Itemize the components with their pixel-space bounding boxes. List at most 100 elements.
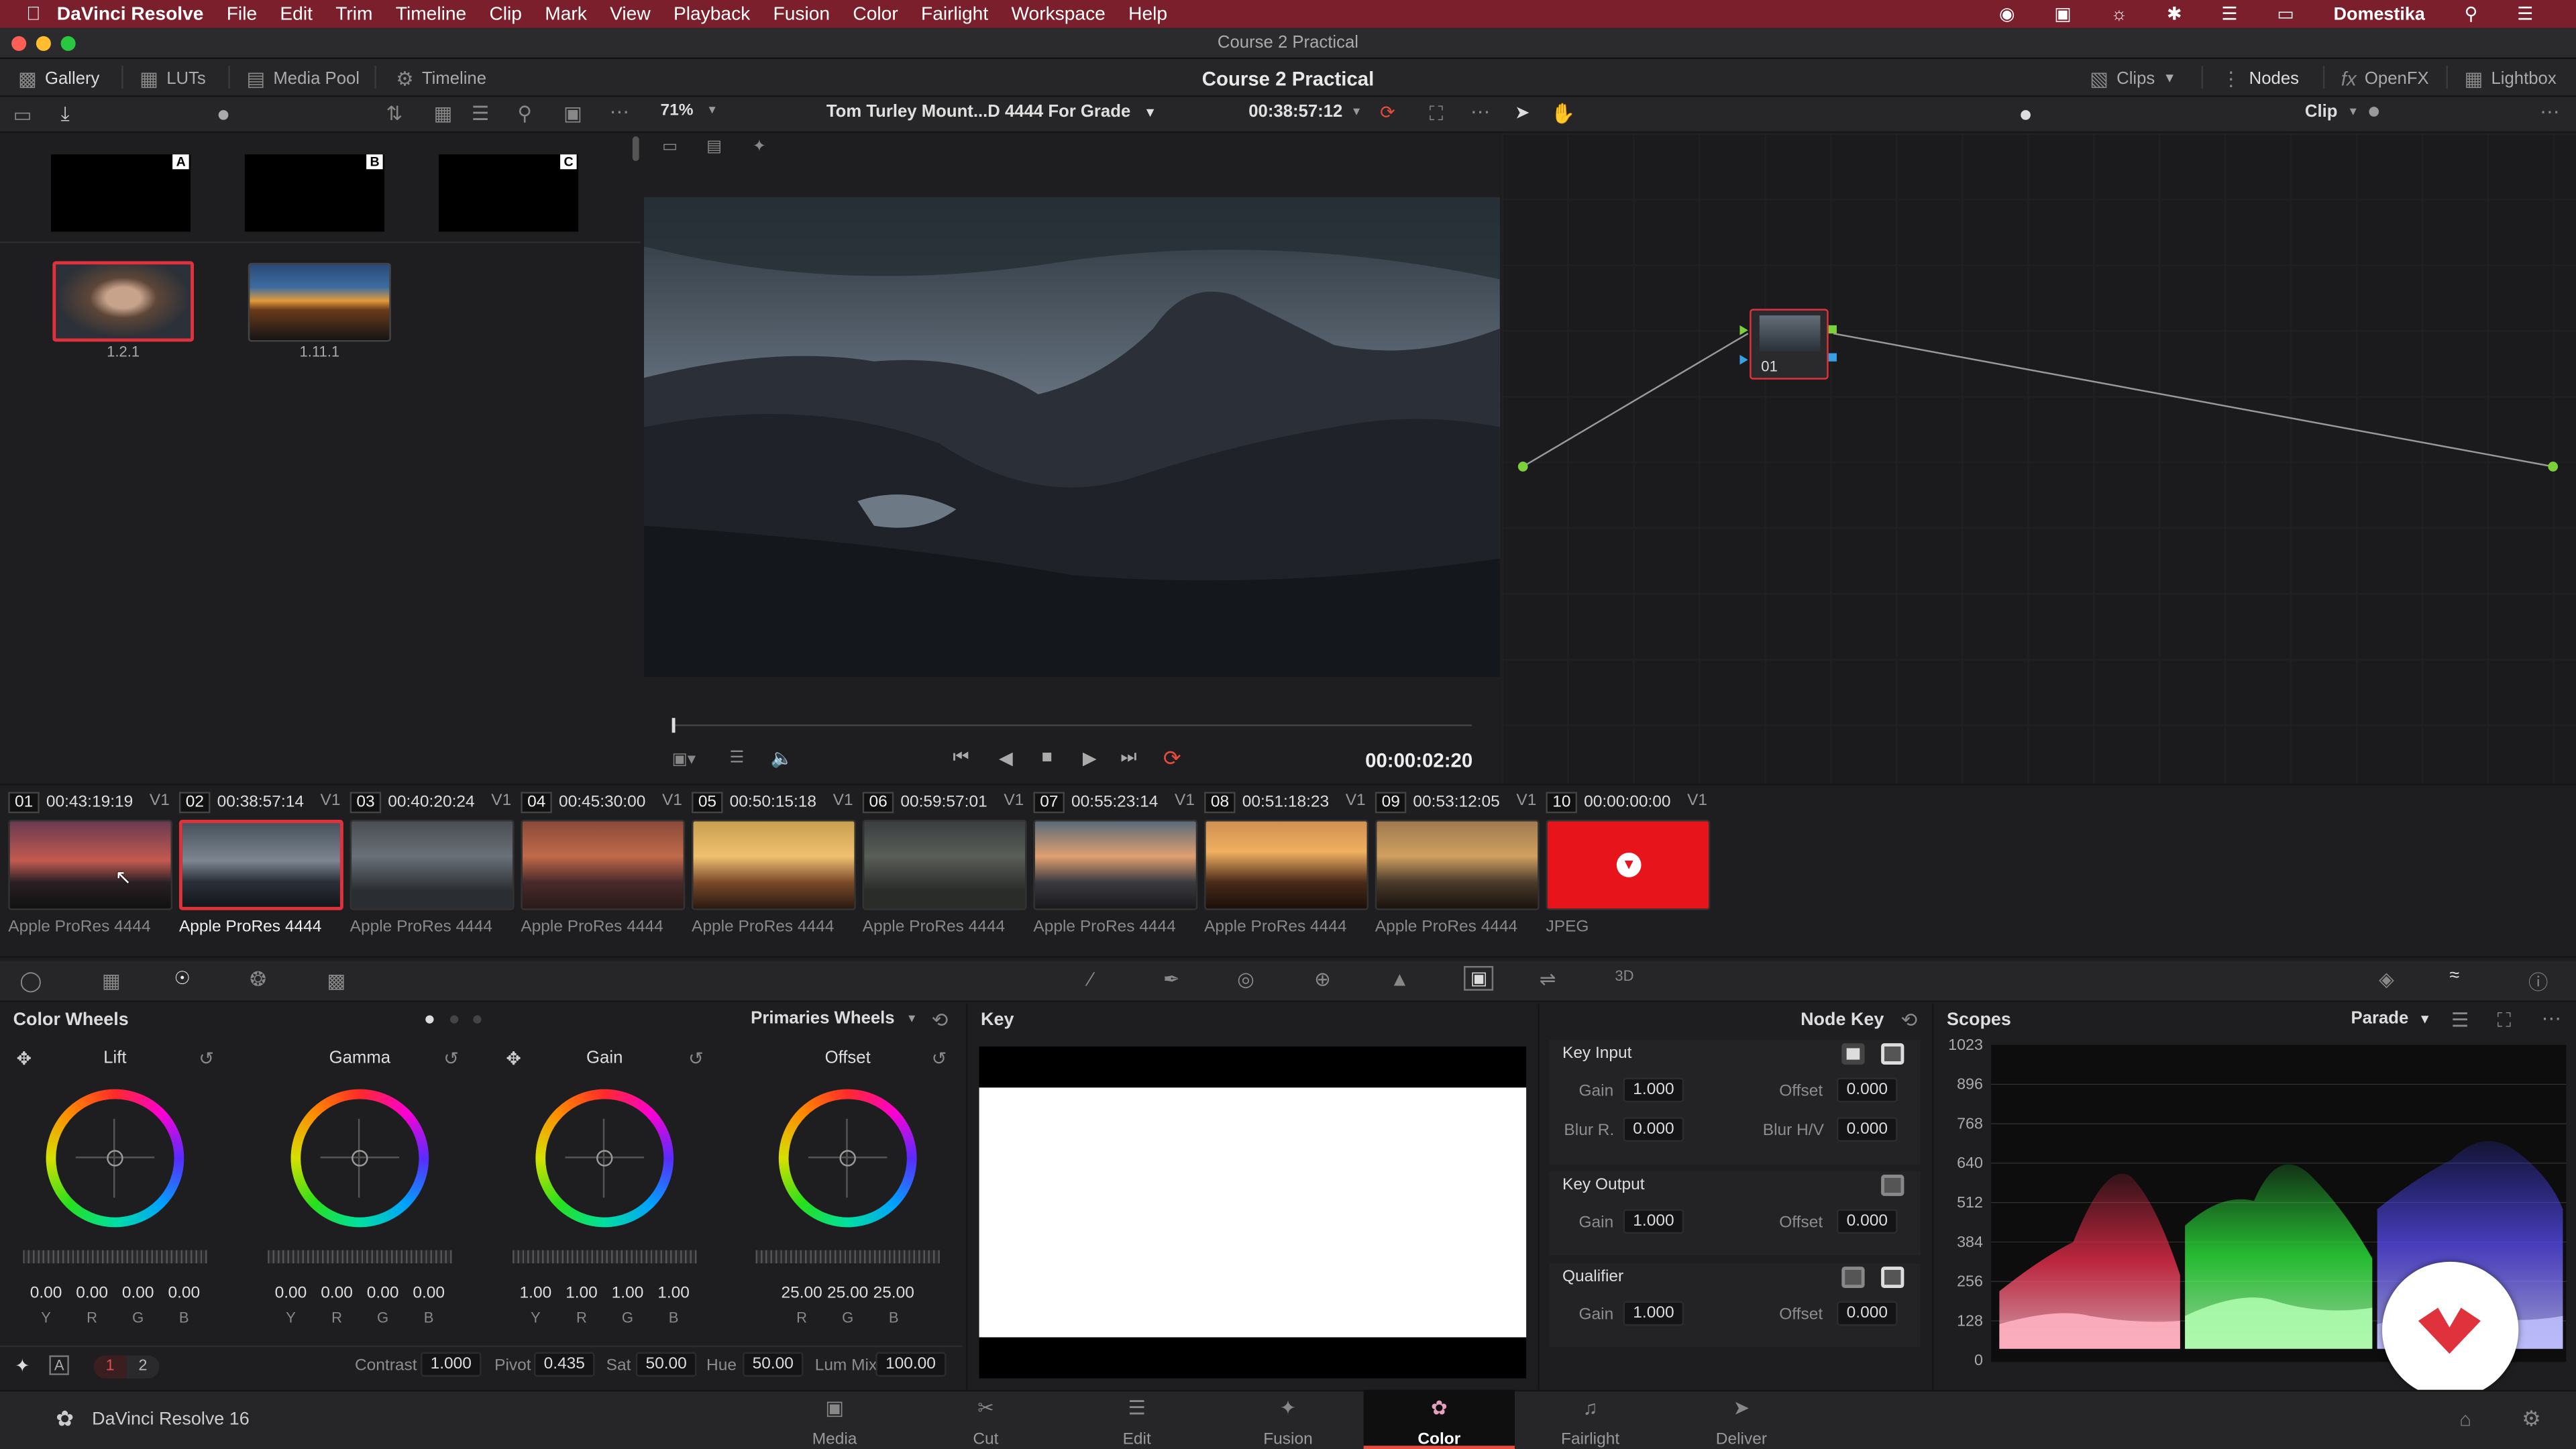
key-input-gain-field[interactable]: 1.000 [1623,1077,1684,1103]
gain-value-r[interactable]: 1.00 [557,1285,606,1303]
wheel-puck[interactable] [596,1150,613,1167]
menu-trim[interactable]: Trim [335,4,372,23]
timecode-dropdown[interactable]: 00:38:57:12 ▼ [1248,102,1362,121]
rgb-mixer-icon[interactable]: ❂ [250,967,266,990]
menu-fairlight[interactable]: Fairlight [921,4,988,23]
clip-thumbnail-09[interactable] [1375,820,1540,910]
node-zoom-slider[interactable] [2021,110,2031,120]
page-button-1[interactable]: 1 [93,1355,127,1379]
lightbox-button[interactable]: ▦ Lightbox [2464,59,2556,97]
menu-view[interactable]: View [610,4,651,23]
key-icon[interactable]: ▣ [1464,966,1495,991]
menu-fusion[interactable]: Fusion [773,4,830,23]
node-key-input[interactable] [1739,354,1748,365]
gallery-still-2[interactable] [248,262,391,342]
layers-icon[interactable]: ☰ [729,749,744,767]
node-rgb-output[interactable] [1828,325,1837,334]
reset-lift-icon[interactable]: ↺ [199,1048,214,1069]
loop-icon[interactable]: ⟳ [1163,746,1181,772]
lift-value-g[interactable]: 0.00 [113,1285,162,1303]
video-viewer[interactable] [644,197,1500,677]
settings-gear-icon[interactable]: ⚙ [2522,1406,2541,1432]
gamma-value-b[interactable]: 0.00 [404,1285,453,1303]
qualifier-icon[interactable]: ✒ [1163,967,1180,990]
reset-gain-icon[interactable]: ↺ [688,1048,704,1069]
gallery-scrollbar[interactable] [632,136,639,162]
reverse-play-icon[interactable]: ◀ [999,747,1013,769]
color-wheel-lift[interactable] [46,1089,184,1228]
color-wheels-icon[interactable]: ☉ [174,967,191,989]
master-wheel-lift[interactable] [23,1250,207,1264]
scrubber-playhead[interactable] [672,718,676,733]
offset-value-b[interactable]: 25.00 [869,1285,918,1303]
camera-raw-icon[interactable]: ◯ [19,969,42,992]
keyframes-icon[interactable]: ◈ [2379,967,2394,990]
magic-wand-icon[interactable]: ✦ [753,138,767,156]
qualifier-invert-toggle[interactable] [1841,1267,1865,1289]
scopes-icon[interactable]: ≈ [2449,966,2459,985]
clip-mode-dropdown[interactable]: Clip ▼ [2305,102,2379,121]
grid-view-icon[interactable]: ▦ [434,102,453,125]
reset-all-icon[interactable]: ⟲ [932,1009,949,1032]
memory-slot-c[interactable]: C [438,154,579,232]
page-tab-fusion[interactable]: ✦ Fusion [1212,1390,1363,1449]
motion-effects-icon[interactable]: ▩ [327,969,345,992]
reset-gamma-icon[interactable]: ↺ [443,1048,459,1069]
scope-expand-icon[interactable]: ⛶ [2497,1009,2511,1034]
picker-icon[interactable]: ✥ [506,1048,521,1069]
fit-icon[interactable]: ▣ [564,102,582,125]
scope-mode-dropdown[interactable]: Parade ▼ [2351,1009,2431,1028]
color-wheel-gamma[interactable] [290,1089,429,1228]
grab-still-icon[interactable]: ⤓ [61,102,70,127]
key-output-offset-field[interactable]: 0.000 [1836,1209,1898,1234]
hue-field[interactable]: 50.00 [742,1352,804,1377]
qualifier-mask-toggle[interactable] [1881,1267,1904,1289]
clip-thumbnail-08[interactable] [1204,820,1369,910]
picker-icon[interactable]: ✥ [16,1048,32,1069]
gamma-value-g[interactable]: 0.00 [358,1285,407,1303]
page-tab-cut[interactable]: ✂ Cut [910,1390,1061,1449]
search-icon[interactable]: ⚲ [517,102,532,125]
control-center-icon[interactable]: ☰ [2517,3,2533,24]
key-input-mask-toggle[interactable] [1881,1043,1904,1065]
tracker-icon[interactable]: ⊕ [1314,967,1331,990]
lum-mix-field[interactable]: 100.00 [875,1352,946,1377]
qualifier-offset-field[interactable]: 0.000 [1836,1301,1898,1326]
gallery-still-1[interactable] [52,261,194,342]
node-key-output[interactable] [1828,353,1837,362]
qualifier-gain-field[interactable]: 1.000 [1623,1301,1684,1326]
memory-slot-a[interactable]: A [50,154,191,232]
sidebar-toggle-icon[interactable]: ▭ [13,103,32,126]
nodes-button[interactable]: ⋮ Nodes [2221,59,2299,97]
gain-value-b[interactable]: 1.00 [649,1285,698,1303]
color-loop-icon[interactable]: ⟳ [1380,102,1395,123]
color-wheel-gain[interactable] [535,1089,674,1228]
go-to-start-icon[interactable]: ⏮ [953,747,969,769]
wheel-puck[interactable] [839,1150,856,1167]
clip-thumbnail-02[interactable] [178,820,343,910]
color-wheel-offset[interactable] [778,1089,917,1228]
status-icon-bluetooth[interactable]: ✱ [2167,3,2182,24]
master-wheel-gamma[interactable] [268,1250,452,1264]
offset-value-r[interactable]: 25.00 [777,1285,826,1303]
clip-thumbnail-04[interactable] [521,820,686,910]
wheels-mode-dropdown[interactable]: Primaries Wheels ▼ [751,1009,918,1028]
gamma-value-r[interactable]: 0.00 [312,1285,361,1303]
menu-workspace[interactable]: Workspace [1011,4,1105,23]
blur-r-field[interactable]: 0.000 [1623,1117,1684,1142]
viewer-more-icon[interactable]: ⋯ [1470,100,1490,123]
apple-icon[interactable]:  [26,4,40,23]
menu-playback[interactable]: Playback [674,4,750,23]
menu-user[interactable]: Domestika [2334,4,2425,23]
menu-help[interactable]: Help [1128,4,1167,23]
pivot-field[interactable]: 0.435 [533,1352,595,1377]
menu-edit[interactable]: Edit [280,4,313,23]
offset-value-g[interactable]: 25.00 [823,1285,872,1303]
page-tab-deliver[interactable]: ➤ Deliver [1666,1390,1817,1449]
lift-value-r[interactable]: 0.00 [67,1285,116,1303]
status-icon-record[interactable]: ◉ [1999,3,2015,24]
app-menu[interactable]: DaVinci Resolve [57,4,204,23]
page-dot-3[interactable] [473,1015,482,1024]
key-input-invert-toggle[interactable] [1841,1043,1865,1065]
gain-value-g[interactable]: 1.00 [603,1285,652,1303]
